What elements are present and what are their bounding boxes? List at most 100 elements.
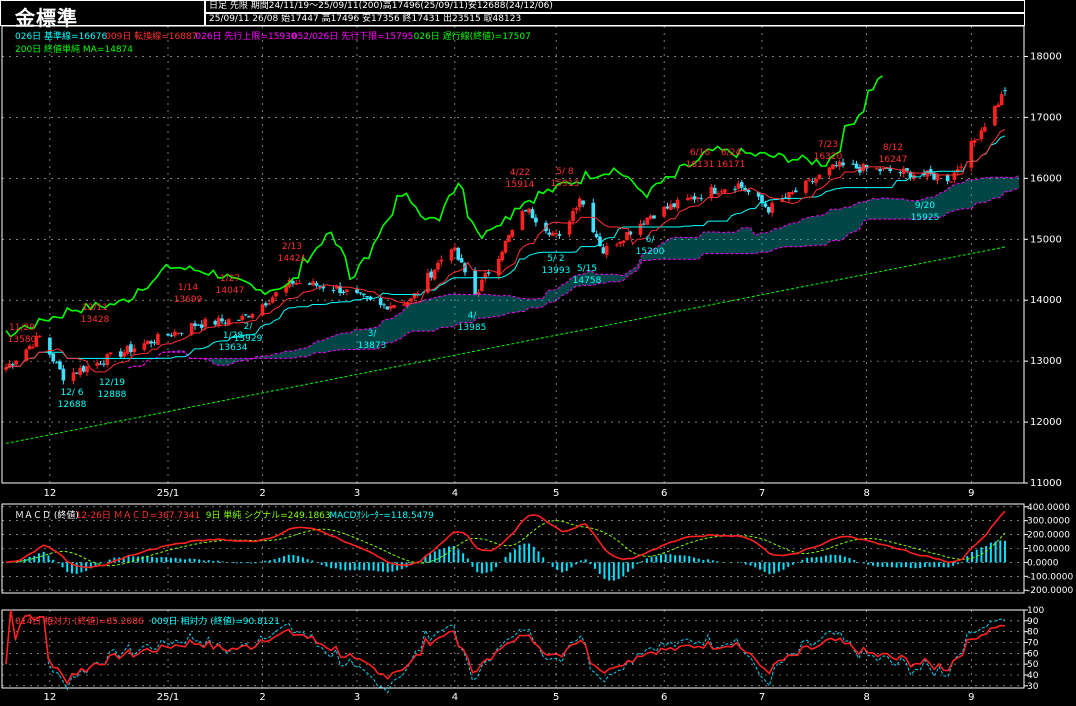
candle-body [935, 174, 940, 181]
x-tick-label-1: 6 [661, 692, 667, 703]
candle-body [409, 298, 413, 302]
macd-ytick-label: 200.0000 [1027, 531, 1070, 541]
candle-body [534, 217, 538, 223]
legend-macd-1: 12-26日 ＭＡＣＤ=367.7341 [75, 511, 201, 521]
legend-main-4: 026日 遅行線(終値)=17507 [413, 32, 531, 42]
annotation-value: 14421 [278, 254, 307, 264]
rsi-ytick-label: 70 [1027, 639, 1039, 649]
candle-body [331, 289, 336, 291]
candle-body [237, 319, 241, 321]
candle-body [436, 262, 440, 270]
price-ytick-label: 17000 [1030, 112, 1062, 123]
candle-body [996, 104, 1001, 108]
price-ytick-label: 15000 [1030, 234, 1062, 245]
candle-body [993, 105, 997, 126]
candle-body [969, 141, 974, 168]
candle-body [790, 192, 795, 194]
legend-macd-2: 9日 単純 シグナル=249.1863 [205, 511, 331, 521]
x-tick-label-1: 2 [259, 692, 265, 703]
candle-body [274, 292, 278, 297]
candle-body [152, 342, 157, 344]
annotation-date: 11/29 [9, 323, 35, 333]
candle-body [527, 208, 531, 213]
candle-body [203, 319, 207, 327]
annotation-value: 13699 [174, 295, 203, 305]
candle-body [898, 172, 903, 174]
candle-body [61, 368, 66, 381]
price-ytick-label: 18000 [1030, 51, 1062, 62]
candle-body [716, 193, 720, 195]
rsi-ytick-label: 60 [1027, 649, 1039, 659]
legend-main-3: 052/026日 先行下限=15795 [291, 32, 414, 42]
candle-body [378, 298, 383, 305]
candle-body [108, 352, 113, 355]
x-tick-label-0: 12 [44, 488, 57, 499]
rsi-ytick-label: 50 [1027, 660, 1039, 670]
candle-body [311, 281, 315, 286]
rsi-ytick-label: 80 [1027, 628, 1039, 638]
candle-body [760, 195, 764, 204]
x-tick-label-0: 4 [452, 488, 458, 499]
candle-body [361, 293, 366, 296]
candle-body [719, 191, 724, 193]
candle-body [125, 345, 130, 354]
header-ohlc: 25/09/11 26/08 始17447 高17496 安17356 終174… [205, 13, 1025, 26]
annotation-date: 12/11 [82, 303, 108, 313]
macd-ytick-label: -100.0000 [1027, 572, 1073, 582]
annotation-value: 13993 [542, 266, 571, 276]
candle-body [250, 313, 255, 318]
candle-body [267, 303, 272, 305]
candle-body [355, 289, 359, 293]
candle-body [854, 163, 859, 169]
candle-body [625, 231, 629, 241]
candle-body [766, 207, 771, 213]
candle-body [216, 317, 221, 327]
candle-body [297, 282, 302, 284]
candle-body [169, 335, 174, 337]
legend-rsi-1: 009日 相対力 (終値)=90.8121 [151, 617, 280, 627]
candle-body [142, 343, 147, 350]
annotation-date: 1/14 [178, 283, 198, 293]
annotation-value: 16247 [879, 155, 908, 165]
x-tick-label-0: 2 [259, 488, 265, 499]
candle-body [851, 163, 855, 165]
candle-body [972, 140, 977, 143]
candle-body [793, 190, 798, 193]
candle-body [959, 166, 963, 168]
candle-body [712, 187, 717, 194]
candle-body [341, 291, 346, 294]
candle-body [662, 206, 666, 217]
candle-body [554, 232, 558, 235]
candle-body [648, 215, 653, 219]
candle-body [672, 203, 677, 207]
price-ytick-label: 14000 [1030, 295, 1062, 306]
annotation-date: 7/23 [818, 140, 838, 150]
candle-body [31, 346, 35, 348]
candle-body [952, 172, 957, 180]
candle-body [145, 340, 150, 345]
candle-body [507, 235, 511, 242]
legend-main-0: 026日 基準線=16676 [15, 32, 108, 42]
candle-body [402, 304, 407, 306]
candle-body [220, 318, 224, 322]
x-tick-label-1: 4 [452, 692, 458, 703]
candle-body [118, 351, 123, 357]
macd-ytick-label: 0.0000 [1027, 558, 1059, 568]
rsi-ytick-label: 100 [1027, 606, 1044, 616]
annotation-date: 5/ 8 [556, 167, 574, 177]
candle-body [78, 367, 83, 375]
candle-body [156, 333, 160, 345]
candle-body [213, 320, 218, 325]
annotation-value: 13634 [219, 343, 248, 353]
annotation-date: 8/12 [883, 143, 903, 153]
candle-body [878, 168, 882, 172]
annotation-value: 15914 [506, 180, 535, 190]
candle-body [709, 186, 714, 197]
annotation-date: 1/27 [220, 274, 240, 284]
candle-body [523, 210, 528, 212]
candle-body [547, 232, 552, 235]
candle-body [675, 199, 680, 209]
legend-macd-0: ＭＡＣＤ (終値) [15, 511, 79, 521]
candle-body [149, 341, 153, 344]
annotation-date: 12/19 [99, 378, 125, 388]
